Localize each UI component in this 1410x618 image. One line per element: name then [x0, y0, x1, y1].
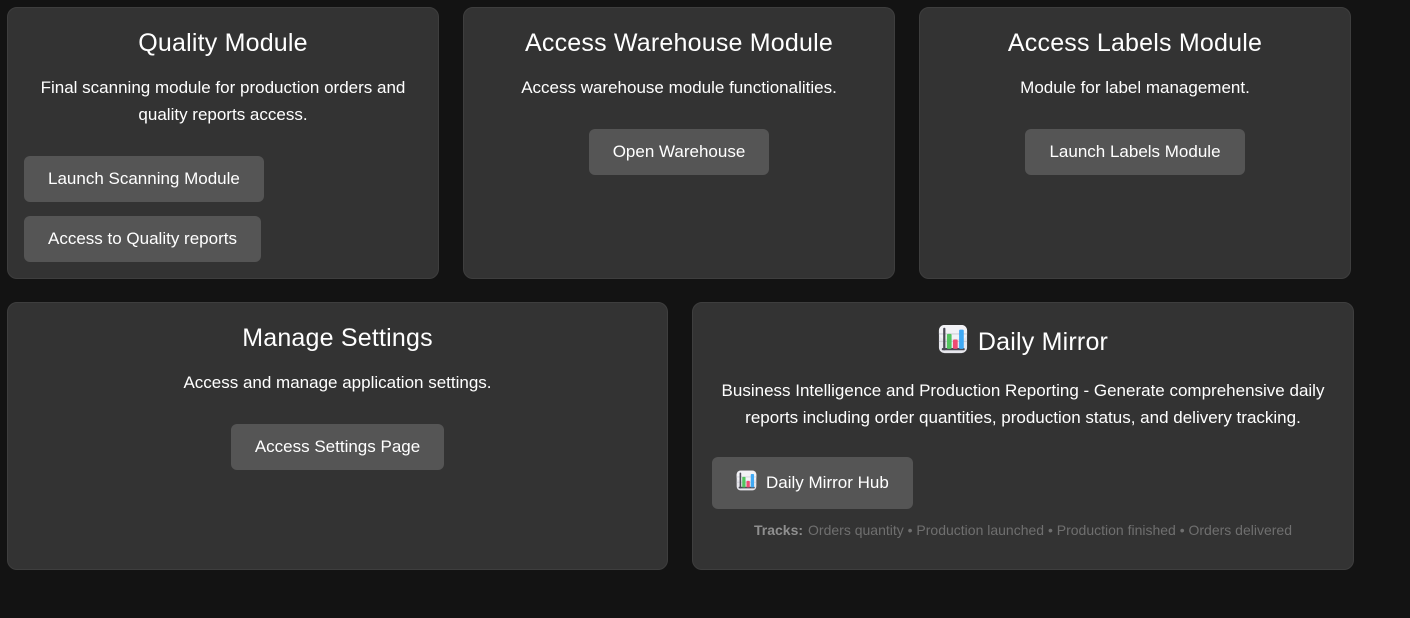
daily-mirror-buttons: Daily Mirror Hub — [709, 457, 1337, 509]
bar-chart-icon — [938, 324, 968, 361]
card-labels-module: Access Labels Module Module for label ma… — [919, 7, 1351, 279]
quality-module-buttons: Launch Scanning Module Access to Quality… — [24, 156, 422, 262]
access-settings-page-button[interactable]: Access Settings Page — [231, 424, 444, 470]
card-warehouse-module: Access Warehouse Module Access warehouse… — [463, 7, 895, 279]
quality-module-title: Quality Module — [24, 29, 422, 58]
module-dashboard: Quality Module Final scanning module for… — [0, 0, 1410, 577]
daily-mirror-title-text: Daily Mirror — [978, 328, 1108, 357]
quality-module-description: Final scanning module for production ord… — [24, 74, 422, 128]
manage-settings-buttons: Access Settings Page — [24, 424, 651, 470]
launch-scanning-module-button[interactable]: Launch Scanning Module — [24, 156, 264, 202]
tracks-line: Tracks: Orders quantity • Production laun… — [709, 522, 1337, 538]
card-quality-module: Quality Module Final scanning module for… — [7, 7, 439, 279]
daily-mirror-hub-button-label: Daily Mirror Hub — [766, 473, 889, 493]
open-warehouse-button[interactable]: Open Warehouse — [589, 129, 770, 175]
access-quality-reports-button[interactable]: Access to Quality reports — [24, 216, 261, 262]
manage-settings-title: Manage Settings — [24, 324, 651, 353]
tracks-label: Tracks: — [754, 522, 803, 538]
warehouse-module-title: Access Warehouse Module — [480, 29, 878, 58]
dashboard-row-1: Quality Module Final scanning module for… — [7, 7, 1403, 279]
warehouse-module-description: Access warehouse module functionalities. — [480, 74, 878, 101]
bar-chart-icon — [736, 470, 757, 496]
dashboard-row-2: Manage Settings Access and manage applic… — [7, 302, 1403, 570]
daily-mirror-description: Business Intelligence and Production Rep… — [713, 377, 1333, 431]
labels-module-title: Access Labels Module — [936, 29, 1334, 58]
labels-module-description: Module for label management. — [936, 74, 1334, 101]
launch-labels-module-button[interactable]: Launch Labels Module — [1025, 129, 1244, 175]
manage-settings-description: Access and manage application settings. — [28, 369, 648, 396]
card-manage-settings: Manage Settings Access and manage applic… — [7, 302, 668, 570]
tracks-items: Orders quantity • Production launched • … — [808, 522, 1292, 538]
labels-module-buttons: Launch Labels Module — [936, 129, 1334, 175]
card-daily-mirror: Daily Mirror Business Intelligence and P… — [692, 302, 1354, 570]
warehouse-module-buttons: Open Warehouse — [480, 129, 878, 175]
daily-mirror-hub-button[interactable]: Daily Mirror Hub — [712, 457, 913, 509]
daily-mirror-title: Daily Mirror — [709, 324, 1337, 361]
